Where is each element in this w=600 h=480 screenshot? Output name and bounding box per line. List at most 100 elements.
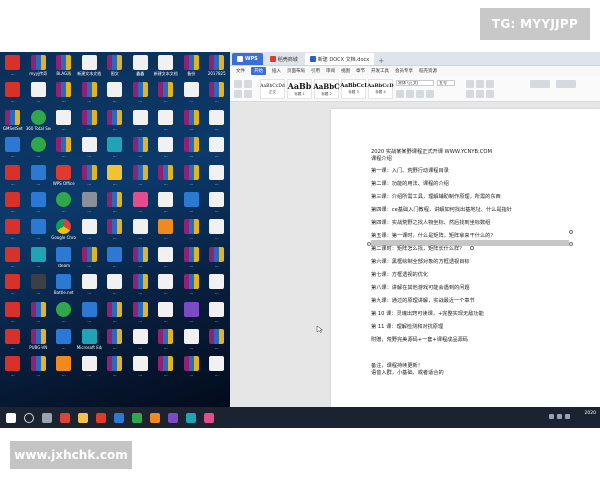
desktop-icon[interactable]: ... bbox=[179, 164, 205, 191]
desktop-icon[interactable]: ... bbox=[204, 273, 230, 300]
desktop-icon[interactable]: GMSetSet bbox=[0, 109, 26, 136]
desktop-icon[interactable]: ... bbox=[179, 109, 205, 136]
desktop-icon[interactable]: WPS Office bbox=[51, 164, 77, 191]
desktop-icon[interactable]: ... bbox=[153, 355, 179, 382]
desktop-icon[interactable]: ... bbox=[153, 136, 179, 163]
document-page[interactable]: 2020 实战某某野课程正式开课 WWW.YCNYB.COM 课程介绍 第一课：入门… bbox=[331, 109, 600, 407]
desktop-icon[interactable]: ... bbox=[204, 218, 230, 245]
desktop-icon[interactable]: ... bbox=[179, 218, 205, 245]
desktop-icon[interactable]: ... bbox=[153, 191, 179, 218]
desktop-icon[interactable]: ... bbox=[102, 136, 128, 163]
desktop-icon[interactable]: ... bbox=[77, 355, 103, 382]
desktop-icon[interactable]: ... bbox=[204, 164, 230, 191]
taskbar-button[interactable] bbox=[202, 411, 216, 425]
desktop-icon[interactable]: ... bbox=[179, 355, 205, 382]
desktop-icon[interactable]: ... bbox=[26, 246, 52, 273]
desktop-icon[interactable]: Google Chrome bbox=[51, 218, 77, 245]
new-tab-icon[interactable]: + bbox=[378, 57, 384, 65]
desktop-icon[interactable]: ... bbox=[26, 355, 52, 382]
desktop-icon[interactable]: ... bbox=[179, 301, 205, 328]
desktop-icon[interactable]: ... bbox=[204, 191, 230, 218]
desktop-icon[interactable]: ... bbox=[153, 81, 179, 108]
desktop-icon[interactable]: ... bbox=[0, 136, 26, 163]
desktop-icon[interactable]: ... bbox=[204, 301, 230, 328]
desktop-icon[interactable]: ... bbox=[128, 328, 154, 355]
desktop-icon[interactable]: ... bbox=[153, 301, 179, 328]
desktop-icon[interactable]: ... bbox=[51, 81, 77, 108]
desktop-icon[interactable]: ... bbox=[204, 246, 230, 273]
desktop-icon[interactable]: ... bbox=[26, 136, 52, 163]
desktop-icon[interactable]: ... bbox=[26, 273, 52, 300]
desktop-icon[interactable]: ... bbox=[77, 246, 103, 273]
font-name-select[interactable]: 宋体 (正文) bbox=[396, 80, 434, 86]
style-option[interactable]: AaBbCcDd 正文 bbox=[260, 79, 285, 99]
align-left-icon[interactable] bbox=[466, 90, 474, 98]
tab-document[interactable]: 新建 DOCX 文档.docx bbox=[304, 53, 375, 65]
taskbar-button[interactable] bbox=[58, 411, 72, 425]
network-icon[interactable] bbox=[549, 414, 554, 419]
desktop-icon[interactable]: myyj传奇 bbox=[26, 54, 52, 81]
desktop-icon[interactable]: ... bbox=[179, 273, 205, 300]
desktop-icon[interactable]: ... bbox=[102, 355, 128, 382]
desktop-icon[interactable]: ... bbox=[102, 109, 128, 136]
font-color-icon[interactable] bbox=[426, 90, 434, 98]
menu-item[interactable]: 开发工具 bbox=[371, 68, 389, 74]
desktop-icon[interactable]: ... bbox=[77, 136, 103, 163]
align-center-icon[interactable] bbox=[476, 90, 484, 98]
taskbar-button[interactable] bbox=[4, 411, 18, 425]
style-option[interactable]: AaBbC 标题 2 bbox=[313, 79, 340, 99]
style-option[interactable]: AaBb 标题 1 bbox=[287, 79, 312, 99]
tab-daoke-store[interactable]: 稻壳商城 bbox=[265, 53, 303, 65]
taskbar-clock[interactable]: 2020 bbox=[585, 411, 596, 417]
desktop-icon[interactable]: ... bbox=[26, 191, 52, 218]
desktop-icon[interactable]: ... bbox=[102, 328, 128, 355]
desktop-icon[interactable]: ... bbox=[0, 191, 26, 218]
desktop-icon[interactable]: ... bbox=[0, 54, 26, 81]
taskbar-button[interactable] bbox=[166, 411, 180, 425]
desktop-icon[interactable]: ... bbox=[128, 136, 154, 163]
menu-item[interactable]: 引用 bbox=[311, 68, 320, 74]
menu-item[interactable]: 开始 bbox=[251, 67, 266, 75]
desktop-icon[interactable]: ... bbox=[128, 218, 154, 245]
taskbar-button[interactable] bbox=[184, 411, 198, 425]
menu-item[interactable]: 会员专享 bbox=[395, 68, 413, 74]
selection-handle[interactable] bbox=[569, 242, 573, 246]
paste-icon[interactable] bbox=[234, 80, 242, 88]
desktop-icon[interactable]: ... bbox=[77, 301, 103, 328]
tab-wps-home[interactable]: WPS bbox=[232, 53, 263, 65]
desktop-icon[interactable]: ... bbox=[128, 191, 154, 218]
ime-icon[interactable] bbox=[565, 414, 570, 419]
desktop-icon[interactable]: ... bbox=[0, 273, 26, 300]
taskbar-button[interactable] bbox=[22, 411, 36, 425]
taskbar-button[interactable] bbox=[112, 411, 126, 425]
desktop-icon[interactable]: ... bbox=[179, 81, 205, 108]
menu-item[interactable]: 审阅 bbox=[326, 68, 335, 74]
desktop-icon[interactable]: ... bbox=[51, 136, 77, 163]
menu-item[interactable]: 章节 bbox=[356, 68, 365, 74]
selection-handle[interactable] bbox=[569, 230, 573, 234]
desktop-icon[interactable]: ... bbox=[77, 273, 103, 300]
menu-item[interactable]: 视图 bbox=[341, 68, 350, 74]
taskbar-button[interactable] bbox=[148, 411, 162, 425]
desktop-icon[interactable]: Battle.net bbox=[51, 273, 77, 300]
desktop-icon[interactable]: ... bbox=[153, 273, 179, 300]
desktop-icon[interactable]: ... bbox=[0, 301, 26, 328]
desktop-icon[interactable]: ... bbox=[204, 81, 230, 108]
desktop-icon[interactable]: ... bbox=[77, 218, 103, 245]
desktop-icon[interactable]: 新建文本文档 bbox=[77, 54, 103, 81]
find-replace-button[interactable] bbox=[556, 80, 576, 88]
desktop-icon[interactable]: ... bbox=[204, 328, 230, 355]
desktop-icon[interactable]: 鑫鑫 bbox=[128, 54, 154, 81]
desktop-icon[interactable]: 新建文本文档 bbox=[153, 54, 179, 81]
desktop-icon[interactable]: ... bbox=[51, 328, 77, 355]
desktop-icon[interactable]: ... bbox=[179, 328, 205, 355]
desktop-icon[interactable]: 备份 bbox=[179, 54, 205, 81]
desktop-icon[interactable]: ... bbox=[0, 218, 26, 245]
desktop-icon[interactable]: ... bbox=[128, 246, 154, 273]
desktop-icon[interactable]: PUBG-VN bbox=[26, 328, 52, 355]
desktop-icon[interactable]: ... bbox=[51, 355, 77, 382]
desktop-icon[interactable]: ... bbox=[51, 109, 77, 136]
format-painter-icon[interactable] bbox=[244, 80, 252, 88]
desktop-icon[interactable]: BLAG再 bbox=[51, 54, 77, 81]
desktop-icon[interactable]: ... bbox=[102, 218, 128, 245]
